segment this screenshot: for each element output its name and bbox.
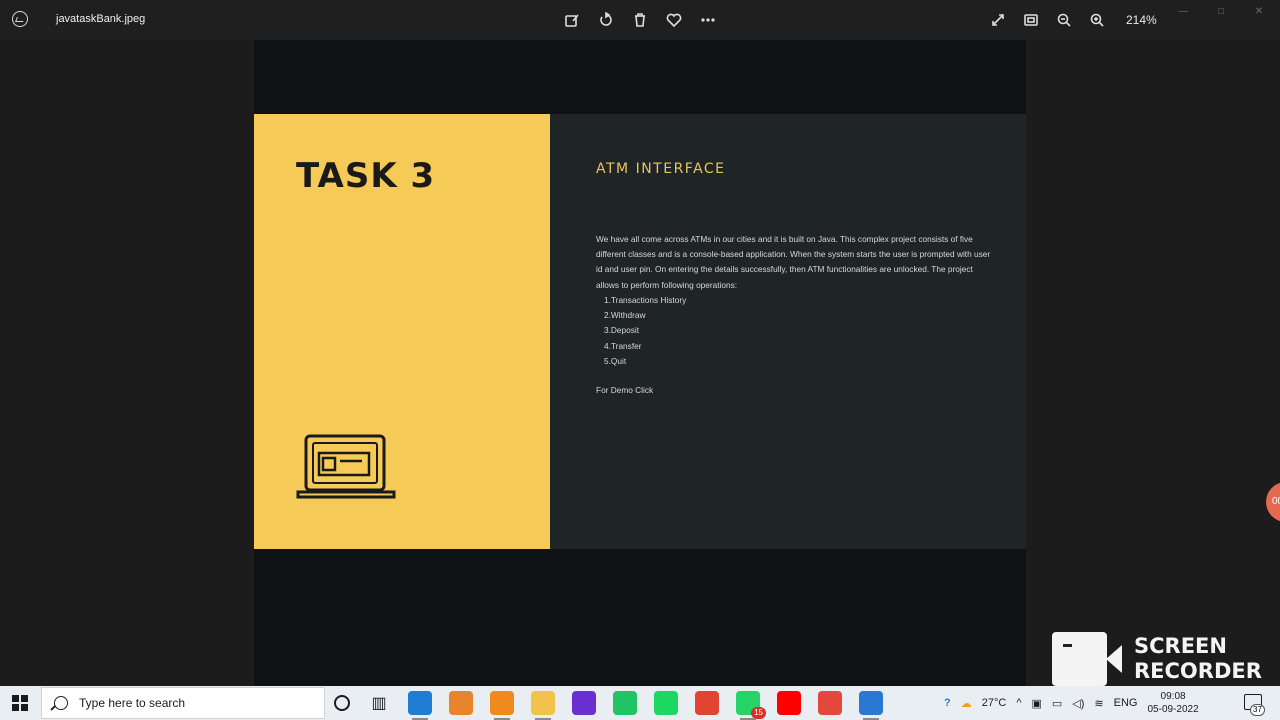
displayed-image: TASK 3 ATM INTERFACE We have all come ac… [254, 40, 1026, 686]
clock[interactable]: 09:08 05-09-2022 [1147, 690, 1198, 716]
laptop-card-icon [296, 434, 396, 499]
zoom-out-icon[interactable] [1052, 8, 1076, 32]
cortana-icon[interactable] [334, 695, 350, 711]
task-title: TASK 3 [296, 156, 436, 196]
file-explorer-icon[interactable] [531, 691, 555, 720]
edit-image-icon[interactable] [560, 8, 584, 32]
pinned-apps: ▥ 15 [334, 691, 883, 720]
slide-right-panel: ATM INTERFACE We have all come across AT… [550, 114, 1026, 549]
taskbar: Type here to search ▥ 15 ? ☁ 27°C ^ ▣ ▭ ◁… [0, 686, 1280, 720]
operation-item: 2.Withdraw [604, 310, 646, 321]
operation-item: 1.Transactions History [604, 295, 687, 305]
spotify-icon[interactable] [654, 691, 678, 715]
temperature[interactable]: 27°C [982, 697, 1007, 709]
wifi-icon[interactable]: ≋ [1094, 697, 1103, 710]
windows-start-icon[interactable] [12, 695, 28, 711]
volume-icon[interactable]: ◁) [1072, 697, 1084, 710]
view-controls: 214% [986, 8, 1157, 32]
task-view-icon[interactable]: ▥ [367, 691, 391, 715]
delete-icon[interactable] [628, 8, 652, 32]
minimize-icon[interactable]: — [1164, 6, 1202, 22]
intellij-icon[interactable] [572, 691, 596, 715]
watermark-line2: RECORDER [1134, 659, 1262, 683]
window-controls: — □ ✕ [1164, 6, 1278, 22]
watermark-line1: SCREEN [1134, 634, 1227, 658]
atm-interface-heading: ATM INTERFACE [596, 161, 726, 177]
chevron-up-icon[interactable]: ^ [1016, 697, 1021, 709]
search-icon [54, 696, 68, 710]
zoom-level[interactable]: 214% [1126, 13, 1157, 27]
chrome-icon[interactable] [695, 691, 719, 715]
clock-date: 05-09-2022 [1147, 704, 1199, 715]
vlc-icon[interactable] [490, 691, 514, 720]
operation-item: 4.Transfer [604, 340, 642, 351]
title-bar: javataskBank.jpeg 214% — □ ✕ [0, 0, 1280, 40]
app-orange-icon[interactable] [449, 691, 473, 715]
edge-icon[interactable] [408, 691, 432, 720]
more-icon[interactable] [696, 8, 720, 32]
zoom-in-icon[interactable] [1085, 8, 1109, 32]
photos-icon[interactable] [859, 691, 883, 720]
notification-count: 37 [1250, 704, 1265, 716]
search-placeholder: Type here to search [79, 696, 186, 710]
clock-time: 09:08 [1160, 691, 1186, 702]
help-icon[interactable]: ? [944, 697, 951, 709]
viewer-toolbar [560, 8, 720, 32]
operations-list: 1.Transactions History 2.Withdraw 3.Depo… [604, 293, 686, 369]
battery-icon[interactable]: ▭ [1052, 697, 1062, 710]
close-icon[interactable]: ✕ [1240, 6, 1278, 22]
meet-icon[interactable]: ▣ [1031, 697, 1041, 710]
screen-recorder-watermark: SCREEN RECORDER [1052, 632, 1262, 686]
image-viewer: TASK 3 ATM INTERFACE We have all come ac… [0, 40, 1280, 686]
rotate-icon[interactable] [594, 8, 618, 32]
weather-icon[interactable]: ☁ [961, 697, 972, 710]
fit-icon[interactable] [1019, 8, 1043, 32]
maximize-icon[interactable]: □ [1202, 6, 1240, 22]
youtube-icon[interactable] [777, 691, 801, 715]
operation-item: 3.Deposit [604, 325, 640, 336]
photos-app-icon [12, 11, 28, 27]
taskbar-search-box[interactable]: Type here to search [41, 687, 325, 719]
video-camera-icon [1052, 632, 1122, 686]
system-tray: ? ☁ 27°C ^ ▣ ▭ ◁) ≋ ENG 09:08 05-09-2022 [944, 686, 1199, 720]
slide-left-panel: TASK 3 [254, 114, 550, 549]
app-badge: 15 [751, 707, 766, 719]
operation-item: 5.Quit [604, 355, 627, 366]
file-name: javataskBank.jpeg [56, 13, 146, 25]
project-description: We have all come across ATMs in our citi… [596, 234, 991, 290]
recorder-app-icon[interactable] [818, 691, 842, 715]
pycharm-icon[interactable] [613, 691, 637, 715]
fullscreen-icon[interactable] [986, 8, 1010, 32]
favorite-icon[interactable] [662, 8, 686, 32]
whatsapp-icon[interactable]: 15 [736, 691, 766, 720]
demo-link: For Demo Click [596, 385, 654, 395]
language-indicator[interactable]: ENG [1114, 697, 1138, 709]
